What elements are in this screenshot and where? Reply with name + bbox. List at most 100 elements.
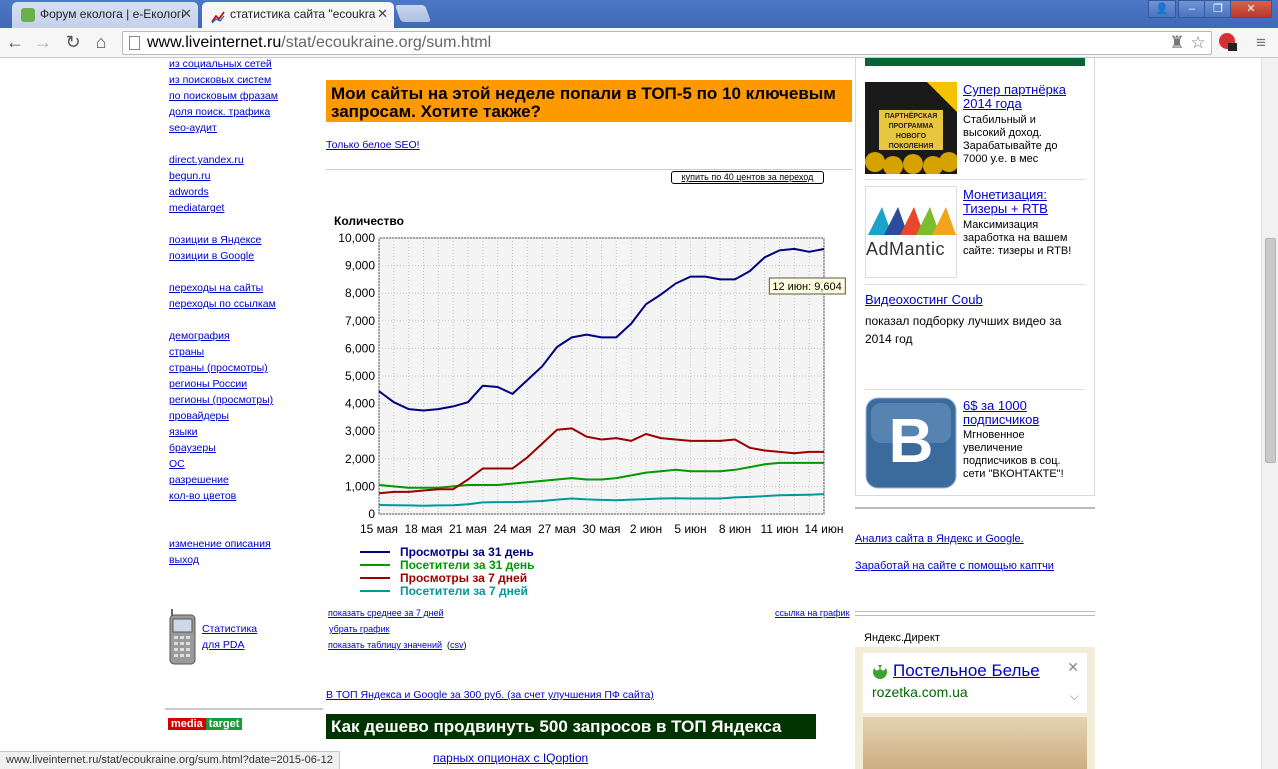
nav-link[interactable]: из поисковых систем: [169, 74, 271, 86]
close-window-button[interactable]: ✕: [1230, 0, 1272, 18]
partner-ad-text: Стабильный и высокий доход. Зарабатывайт…: [963, 114, 1058, 165]
pda-stats-link[interactable]: Статистика: [202, 623, 257, 635]
nav-link[interactable]: доля поиск. трафика: [169, 106, 270, 118]
left-divider: [165, 708, 323, 710]
x-tick-label: 2 июн: [630, 522, 662, 536]
tab-forum[interactable]: Форум еколога | е-Екологі ✕: [12, 2, 198, 28]
vk-ad-image[interactable]: B: [865, 397, 957, 489]
nav-link[interactable]: ОС: [169, 458, 185, 470]
x-tick-label: 5 июн: [674, 522, 706, 536]
tab-title: Форум еколога | е-Екологі: [40, 7, 184, 21]
chart-favicon-icon: [211, 8, 225, 24]
ydirect-ad-card[interactable]: Постельное Белье rozetka.com.ua ✕ ⌵: [863, 653, 1087, 713]
remove-chart-link[interactable]: убрать график: [329, 624, 390, 634]
legend-label: Посетители за 7 дней: [400, 584, 528, 598]
bookmark-star-icon[interactable]: ☆: [1187, 32, 1209, 54]
center-divider: [326, 169, 852, 170]
nav-link[interactable]: страны (просмотры): [169, 362, 268, 374]
leaf-favicon-icon: [21, 8, 35, 22]
nav-link[interactable]: браузеры: [169, 442, 216, 454]
profile-icon[interactable]: 👤: [1148, 0, 1176, 18]
nav-link[interactable]: кол-во цветов: [169, 490, 236, 502]
admantic-ad-title[interactable]: Монетизация: Тизеры + RTB: [963, 188, 1073, 216]
ads-header-bar: [865, 58, 1085, 66]
scrollbar-thumb[interactable]: [1265, 238, 1276, 463]
x-tick-label: 21 мая: [449, 522, 487, 536]
white-seo-link[interactable]: Только белое SEO!: [326, 139, 420, 151]
chevron-down-icon[interactable]: ⌵: [1070, 689, 1079, 704]
minimize-button[interactable]: –: [1178, 0, 1206, 18]
nav-link[interactable]: демография: [169, 330, 230, 342]
ydirect-ad-domain: rozetka.com.ua: [872, 684, 968, 700]
nav-link[interactable]: позиции в Яндексе: [169, 234, 261, 246]
page-content: из социальных сетей из поисковых систем по…: [0, 58, 1278, 769]
site-analysis-link[interactable]: Анализ сайта в Яндекс и Google.: [855, 533, 1024, 545]
y-tick-label: 3,000: [345, 424, 375, 438]
nav-link[interactable]: провайдеры: [169, 410, 229, 422]
nav-link[interactable]: изменение описания: [169, 538, 271, 550]
legend-label: Просмотры за 7 дней: [400, 571, 527, 585]
pin-icon[interactable]: ♜: [1166, 32, 1188, 54]
show-7day-average-link[interactable]: показать среднее за 7 дней: [328, 608, 444, 618]
top-yandex-link[interactable]: В ТОП Яндекса и Google за 300 руб. (за с…: [326, 689, 654, 701]
y-tick-label: 10,000: [338, 231, 375, 245]
admantic-ad-text: Максимизация заработка на вашем сайте: т…: [963, 219, 1072, 257]
y-tick-label: 9,000: [345, 259, 375, 273]
close-tab-icon[interactable]: ✕: [377, 2, 388, 26]
legend-label: Посетители за 31 день: [400, 558, 535, 572]
restore-button[interactable]: ❐: [1204, 0, 1232, 18]
vk-ad-title[interactable]: 6$ за 1000 подписчиков: [963, 399, 1073, 427]
extension-icon[interactable]: [1217, 32, 1239, 54]
nav-link[interactable]: begun.ru: [169, 170, 210, 182]
vertical-scrollbar[interactable]: [1261, 58, 1278, 769]
chart-url-link[interactable]: ссылка на график: [775, 608, 850, 618]
y-tick-label: 1,000: [345, 479, 375, 493]
buy-clicks-button[interactable]: купить по 40 центов за переход: [671, 171, 824, 184]
menu-icon[interactable]: ≡: [1250, 32, 1272, 54]
forward-arrow-icon[interactable]: →: [32, 31, 54, 53]
home-icon[interactable]: ⌂: [90, 31, 112, 53]
nav-link[interactable]: разрешение: [169, 474, 229, 486]
show-values-table-link[interactable]: показать таблицу значений: [328, 640, 442, 650]
nav-link[interactable]: позиции в Google: [169, 250, 254, 262]
nav-link[interactable]: переходы на сайты: [169, 282, 263, 294]
mediatarget-logo[interactable]: media target: [168, 718, 243, 733]
tab-stats[interactable]: статистика сайта "ecoukra ✕: [202, 2, 394, 28]
nav-link[interactable]: seo-аудит: [169, 122, 217, 134]
ad-divider: [865, 179, 1085, 180]
vk-logo-letter: B: [888, 407, 934, 476]
reload-icon[interactable]: ↻: [62, 31, 84, 53]
nav-link[interactable]: выход: [169, 554, 199, 566]
close-ad-icon[interactable]: ✕: [1067, 659, 1079, 676]
address-bar[interactable]: www.liveinternet.ru/stat/ecoukraine.org/…: [122, 31, 1212, 55]
new-tab-button[interactable]: [394, 5, 432, 22]
pda-stats-link-line2[interactable]: для PDA: [202, 639, 244, 651]
admantic-ad-image[interactable]: AdMantic: [865, 186, 957, 278]
nav-link[interactable]: языки: [169, 426, 198, 438]
right-divider: [855, 611, 1095, 612]
nav-link[interactable]: страны: [169, 346, 204, 358]
partner-program-ad-image[interactable]: ПАРТНЁРСКАЯ ПРОГРАММА НОВОГО ПОКОЛЕНИЯ: [865, 82, 957, 174]
back-arrow-icon[interactable]: ←: [4, 31, 26, 53]
ydirect-ad-image[interactable]: [863, 717, 1087, 769]
close-tab-icon[interactable]: ✕: [181, 2, 192, 26]
nav-link[interactable]: по поисковым фразам: [169, 90, 278, 102]
nav-link[interactable]: регионы России: [169, 378, 247, 390]
nav-link[interactable]: из социальных сетей: [169, 58, 272, 70]
partner-ad-title[interactable]: Супер партнёрка 2014 года: [963, 83, 1081, 111]
coub-ad-title[interactable]: Видеохостинг Coub: [865, 293, 983, 307]
nav-link[interactable]: direct.yandex.ru: [169, 154, 244, 166]
captcha-earn-link[interactable]: Заработай на сайте с помощью каптчи: [855, 560, 1054, 572]
iqoption-link[interactable]: парных опционах с IQoption: [433, 751, 588, 765]
ydirect-ad-title[interactable]: Постельное Белье: [893, 661, 1040, 681]
y-axis-label: Количество: [334, 214, 404, 228]
top5-banner[interactable]: Мои сайты на этой неделе попали в ТОП-5 …: [326, 80, 852, 122]
tooltip-text: 12 июн: 9,604: [772, 281, 841, 293]
y-tick-label: 6,000: [345, 341, 375, 355]
nav-link[interactable]: переходы по ссылкам: [169, 298, 276, 310]
nav-link[interactable]: mediatarget: [169, 202, 224, 214]
cheap-promotion-banner[interactable]: Как дешево продвинуть 500 запросов в ТОП…: [326, 714, 816, 739]
csv-link[interactable]: csv: [450, 640, 464, 650]
nav-link[interactable]: adwords: [169, 186, 209, 198]
nav-link[interactable]: регионы (просмотры): [169, 394, 273, 406]
